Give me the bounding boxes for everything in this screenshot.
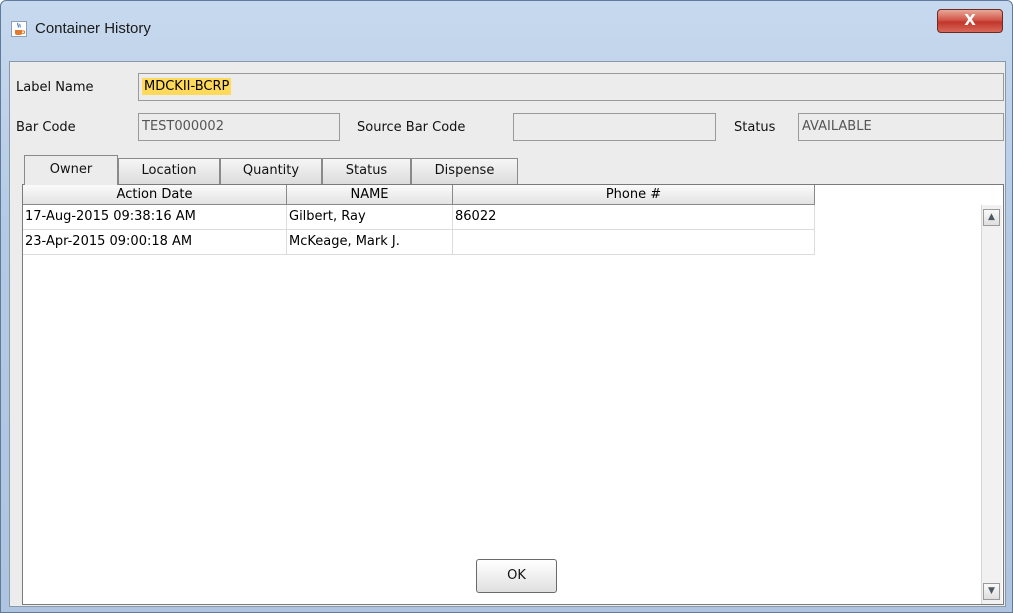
bar-code-field[interactable]: TEST000002: [138, 113, 340, 141]
table-row-1-name[interactable]: Gilbert, Ray: [287, 205, 453, 230]
bar-code-label: Bar Code: [16, 120, 76, 135]
table-row-2-action-date[interactable]: 23-Apr-2015 09:00:18 AM: [23, 230, 287, 255]
status-label: Status: [734, 120, 776, 135]
source-bar-code-field[interactable]: [513, 113, 716, 141]
tab-location[interactable]: Location: [118, 158, 220, 184]
tab-quantity[interactable]: Quantity: [220, 158, 322, 184]
tab-owner[interactable]: Owner: [24, 155, 118, 185]
label-name-value: MDCKII-BCRP: [142, 78, 232, 95]
table-row-2-name[interactable]: McKeage, Mark J.: [287, 230, 453, 255]
source-bar-code-label: Source Bar Code: [357, 120, 466, 135]
triangle-down-icon[interactable]: ▼: [983, 583, 1000, 600]
column-header-phone[interactable]: Phone #: [453, 185, 815, 205]
label-name-label: Label Name: [16, 80, 94, 95]
table-row-2-phone[interactable]: [453, 230, 815, 255]
ok-button[interactable]: OK: [476, 559, 557, 593]
container-history-window: Container History X Label Name MDCKII-BC…: [0, 0, 1013, 613]
triangle-up-icon[interactable]: ▲: [983, 209, 1000, 226]
title-bar[interactable]: Container History X: [1, 1, 1012, 49]
table-row-1-phone[interactable]: 86022: [453, 205, 815, 230]
table-row-1-action-date[interactable]: 17-Aug-2015 09:38:16 AM: [23, 205, 287, 230]
status-field[interactable]: AVAILABLE: [798, 113, 1004, 141]
label-name-field[interactable]: MDCKII-BCRP: [138, 73, 1004, 101]
column-header-action-date[interactable]: Action Date: [23, 185, 287, 205]
vertical-scrollbar[interactable]: ▲ ▼: [981, 205, 1002, 604]
column-header-name[interactable]: NAME: [287, 185, 453, 205]
close-button[interactable]: X: [937, 9, 1003, 33]
java-cup-icon: [11, 21, 27, 37]
dialog-content: Label Name MDCKII-BCRP Bar Code TEST0000…: [9, 61, 1006, 607]
window-title: Container History: [35, 20, 151, 37]
tab-status[interactable]: Status: [322, 158, 411, 184]
history-table: Action Date NAME Phone # 17-Aug-2015 09:…: [22, 184, 1004, 605]
tab-dispense[interactable]: Dispense: [411, 158, 518, 184]
